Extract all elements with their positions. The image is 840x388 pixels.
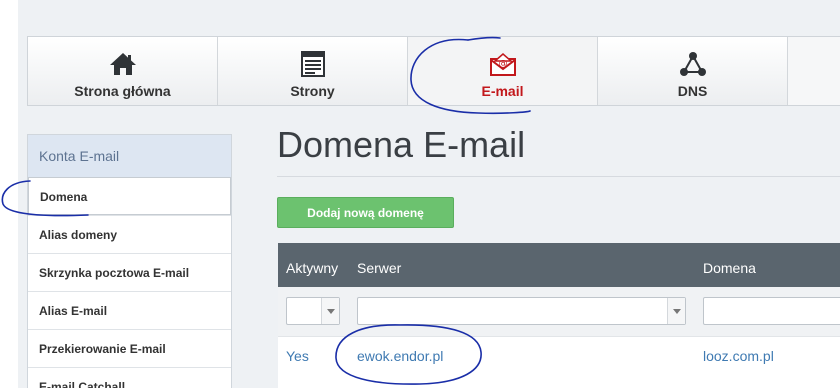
nav-pages[interactable]: Strony bbox=[218, 37, 408, 105]
add-domain-button[interactable]: Dodaj nową domenę bbox=[277, 197, 454, 228]
sidebar-item-email-alias[interactable]: Alias E-mail bbox=[28, 291, 231, 329]
sidebar-item-domain-alias[interactable]: Alias domeny bbox=[28, 215, 231, 253]
sidebar-item-mailbox[interactable]: Skrzynka pocztowa E-mail bbox=[28, 253, 231, 291]
sidebar-item-catchall[interactable]: E-mail Catchall bbox=[28, 367, 231, 388]
page-icon bbox=[300, 51, 325, 77]
sidebar-item-forwarding[interactable]: Przekierowanie E-mail bbox=[28, 329, 231, 367]
nav-dns[interactable]: DNS bbox=[598, 37, 788, 105]
server-filter-select[interactable] bbox=[357, 297, 686, 325]
dns-network-icon bbox=[679, 51, 707, 77]
active-filter-select[interactable] bbox=[286, 297, 340, 325]
cell-domain-link[interactable]: looz.com.pl bbox=[703, 348, 774, 364]
page-title: Domena E-mail bbox=[277, 124, 526, 165]
cell-server-link[interactable]: ewok.endor.pl bbox=[357, 348, 443, 364]
nav-dns-label: DNS bbox=[677, 83, 708, 99]
title-divider bbox=[277, 176, 840, 177]
table-header: Aktywny Serwer Domena bbox=[278, 243, 840, 287]
filter-row bbox=[278, 287, 840, 337]
nav-home[interactable]: Strona główna bbox=[28, 37, 218, 105]
home-icon bbox=[109, 51, 137, 77]
sidebar-header: Konta E-mail bbox=[28, 135, 231, 177]
domain-filter-input[interactable] bbox=[703, 297, 840, 325]
column-header-active[interactable]: Aktywny bbox=[286, 260, 338, 276]
chevron-down-icon bbox=[321, 298, 339, 324]
sidebar-item-domain[interactable]: Domena bbox=[28, 177, 231, 215]
domains-table: Aktywny Serwer Domena Yes ewok.endor.pl … bbox=[278, 243, 840, 388]
cell-active[interactable]: Yes bbox=[286, 348, 309, 364]
top-navigation: Strona główna Strony @ E-mail DNS bbox=[27, 36, 840, 106]
nav-email-label: E-mail bbox=[481, 83, 524, 99]
table-row: Yes ewok.endor.pl looz.com.pl bbox=[278, 337, 840, 387]
nav-pages-label: Strony bbox=[290, 83, 335, 99]
column-header-domain[interactable]: Domena bbox=[703, 260, 756, 276]
email-accounts-sidebar: Konta E-mail Domena Alias domeny Skrzynk… bbox=[27, 134, 232, 388]
chevron-down-icon bbox=[667, 298, 685, 324]
nav-home-label: Strona główna bbox=[74, 83, 171, 99]
left-page-edge bbox=[0, 0, 18, 388]
email-icon: @ bbox=[489, 51, 516, 77]
column-header-server[interactable]: Serwer bbox=[357, 260, 401, 276]
nav-email[interactable]: @ E-mail bbox=[408, 37, 598, 105]
svg-text:@: @ bbox=[498, 59, 507, 69]
